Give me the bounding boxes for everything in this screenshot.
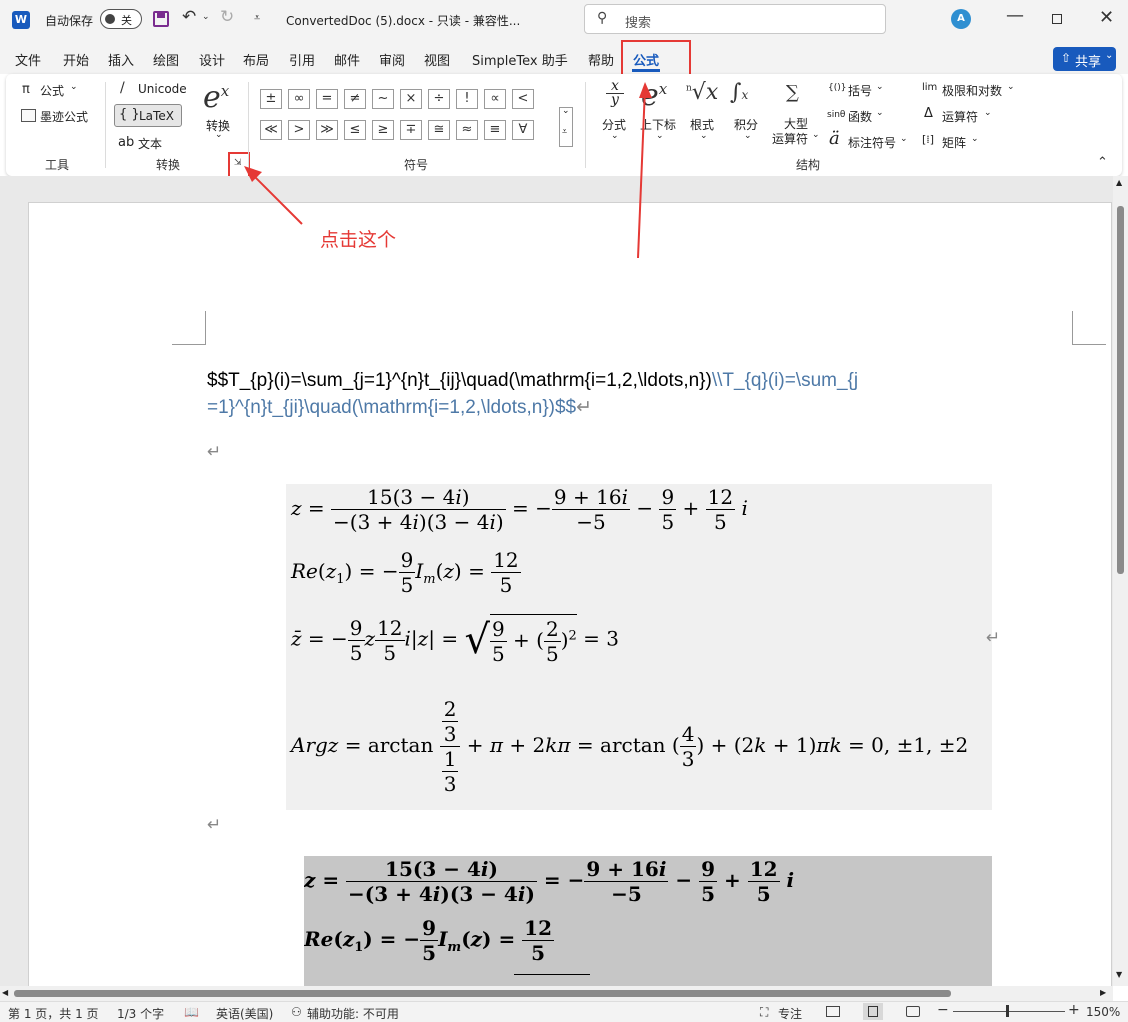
symbol-button[interactable]: ≥ bbox=[372, 120, 394, 140]
symbol-button[interactable]: ∓ bbox=[400, 120, 422, 140]
symbol-button[interactable]: ∝ bbox=[484, 89, 506, 109]
symbol-button[interactable]: < bbox=[512, 89, 534, 109]
annotation-arrows bbox=[244, 82, 652, 259]
vertical-scroll-thumb[interactable] bbox=[1117, 206, 1124, 574]
click-this-annotation: 点击这个 bbox=[320, 229, 397, 251]
horizontal-scroll-thumb[interactable] bbox=[14, 990, 951, 997]
symbol-button[interactable]: × bbox=[400, 89, 422, 109]
zoom-slider[interactable] bbox=[953, 1005, 1065, 1017]
symbol-button[interactable]: ≡ bbox=[484, 120, 506, 140]
proofing-icon[interactable]: 📖 bbox=[184, 1005, 199, 1019]
symbol-button[interactable]: ≅ bbox=[428, 120, 450, 140]
symbol-button[interactable]: ≪ bbox=[260, 120, 282, 140]
scroll-right-icon[interactable]: ▶ bbox=[1100, 988, 1106, 997]
language-indicator[interactable]: 英语(美国) bbox=[216, 1005, 273, 1022]
symbol-button[interactable]: ≤ bbox=[344, 120, 366, 140]
accessibility-icon: ⚇ bbox=[291, 1005, 302, 1019]
symbol-button[interactable]: = bbox=[316, 89, 338, 109]
symbol-button[interactable]: ÷ bbox=[428, 89, 450, 109]
horizontal-scrollbar[interactable]: ◀ ▶ bbox=[0, 986, 1113, 1001]
scroll-left-icon[interactable]: ◀ bbox=[2, 988, 8, 997]
symbol-button[interactable]: ∞ bbox=[288, 89, 310, 109]
read-mode-icon[interactable] bbox=[826, 1006, 840, 1017]
vertical-scrollbar[interactable]: ▲ ▼ bbox=[1113, 176, 1128, 986]
word-count[interactable]: 1/3 个字 bbox=[117, 1005, 164, 1022]
zoom-out-icon[interactable]: − bbox=[937, 1002, 949, 1018]
symbol-button[interactable]: ~ bbox=[372, 89, 394, 109]
symbol-button[interactable]: ∀ bbox=[512, 120, 534, 140]
symbol-button[interactable]: ≠ bbox=[344, 89, 366, 109]
zoom-slider-thumb[interactable] bbox=[1006, 1005, 1009, 1017]
symbol-button[interactable]: ≈ bbox=[456, 120, 478, 140]
zoom-in-icon[interactable]: + bbox=[1068, 1002, 1080, 1018]
arrowhead-icon bbox=[639, 82, 652, 98]
arrow-to-launcher bbox=[247, 169, 303, 225]
web-layout-icon[interactable] bbox=[906, 1006, 920, 1017]
symbol-button[interactable]: ! bbox=[456, 89, 478, 109]
scroll-up-icon[interactable]: ▲ bbox=[1116, 178, 1122, 187]
symbol-button[interactable]: ≫ bbox=[316, 120, 338, 140]
zoom-level[interactable]: 150% bbox=[1086, 1005, 1120, 1019]
focus-icon: ⛶ bbox=[760, 1005, 769, 1019]
accessibility-status[interactable]: 辅助功能: 不可用 bbox=[307, 1005, 399, 1022]
page-count[interactable]: 第 1 页，共 1 页 bbox=[8, 1005, 99, 1022]
arrowhead-icon bbox=[244, 166, 262, 182]
symbol-button[interactable]: ± bbox=[260, 89, 282, 109]
focus-mode-button[interactable]: 专注 bbox=[778, 1005, 802, 1022]
print-layout-icon[interactable] bbox=[863, 1003, 883, 1020]
arrow-to-equation-tab bbox=[637, 87, 646, 259]
scroll-down-icon[interactable]: ▼ bbox=[1116, 970, 1122, 979]
symbol-button[interactable]: > bbox=[288, 120, 310, 140]
